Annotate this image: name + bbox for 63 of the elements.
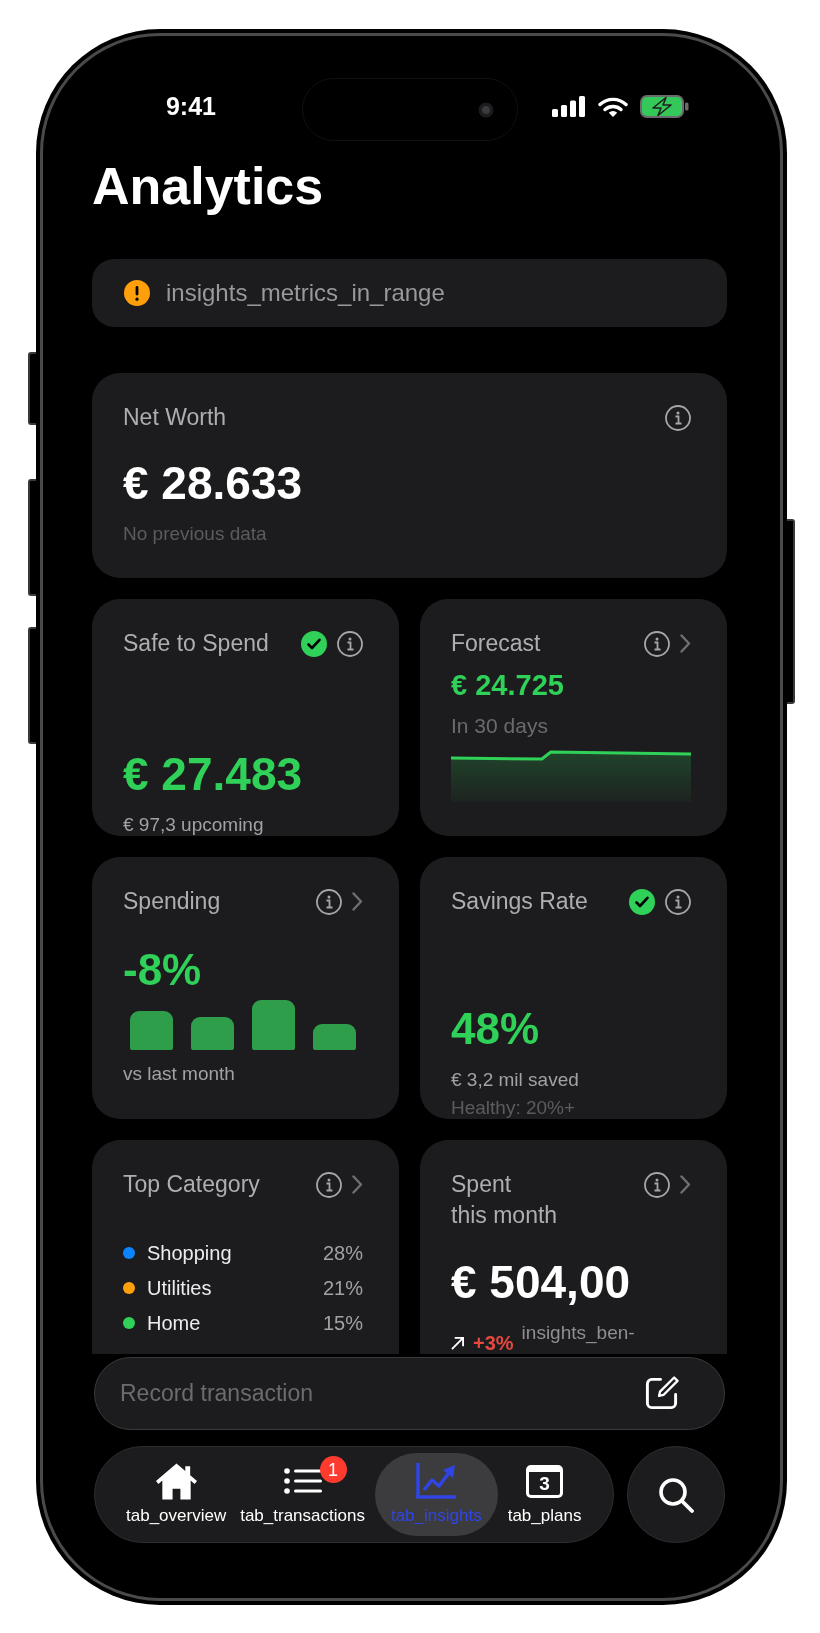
card-title: Spent this month: [451, 1170, 558, 1230]
house-icon: [154, 1462, 198, 1500]
card-title: Top Category: [123, 1170, 260, 1199]
info-icon[interactable]: [644, 1171, 670, 1198]
metric-card[interactable]: Forecast € 24.725 In 30 days: [420, 599, 727, 836]
card-title: Net Worth: [123, 403, 227, 432]
info-icon[interactable]: [665, 404, 691, 431]
category-name: Shopping: [147, 1240, 232, 1265]
metric-card[interactable]: Spent this month € 504,00 +3% insights_ben-: [420, 1140, 727, 1354]
info-icon[interactable]: [316, 1171, 342, 1198]
card-subtitle: € 3,2 mil saved: [451, 1069, 580, 1091]
info-icon[interactable]: [665, 888, 691, 915]
spending-bar: [191, 1017, 234, 1050]
metric-value: 48%: [451, 1007, 541, 1051]
metric-value: € 24.725: [451, 669, 565, 701]
info-icon[interactable]: [316, 888, 342, 915]
navigation-tab[interactable]: 3 tab_plans: [503, 1453, 586, 1536]
metric-card[interactable]: Spending -8% vs last month: [92, 857, 399, 1119]
card-title: Forecast: [451, 629, 541, 658]
camera-lens-icon: [478, 101, 494, 118]
navigation-tab[interactable]: tab_overview: [122, 1453, 231, 1536]
chevron-right-icon[interactable]: [352, 1175, 363, 1194]
metric-value: € 27.483: [123, 751, 304, 797]
category-share: 28%: [322, 1240, 363, 1265]
category-share: 21%: [322, 1275, 363, 1300]
category-name: Utilities: [147, 1275, 212, 1300]
metric-value: € 504,00: [451, 1259, 632, 1305]
card-note: Healthy: 20%+: [451, 1097, 577, 1119]
record-transaction-field[interactable]: Record transaction: [94, 1357, 725, 1430]
info-icon[interactable]: [644, 630, 670, 657]
card-title: Savings Rate: [451, 887, 588, 916]
category-share: 15%: [322, 1310, 363, 1335]
category-name: Home: [147, 1310, 201, 1335]
signal-icon: [552, 96, 586, 117]
card-title: Safe to Spend: [123, 629, 269, 658]
chevron-right-icon[interactable]: [680, 634, 691, 653]
card-note: No previous data: [123, 523, 268, 545]
list-icon: [283, 1468, 322, 1494]
card-subtitle: vs last month: [123, 1063, 236, 1085]
spending-bar: [252, 1000, 295, 1050]
card-subtitle: € 97,3 upcoming: [123, 814, 265, 836]
navigation-tab[interactable]: 1 tab_transactions: [236, 1453, 369, 1536]
wifi-icon: [598, 96, 628, 117]
chevron-right-icon[interactable]: [680, 1175, 691, 1194]
banner-message: insights_metrics_in_range: [166, 279, 445, 307]
info-icon[interactable]: [337, 630, 363, 657]
metric-card[interactable]: Top Category Shopping 28% Utilities 21% Home 15%: [92, 1140, 399, 1354]
trend-chart-icon: [416, 1463, 457, 1499]
change-percent: +3%: [473, 1332, 514, 1354]
chevron-right-icon[interactable]: [352, 892, 363, 911]
spending-bar: [313, 1024, 356, 1050]
change-label: insights_ben-: [521, 1322, 635, 1344]
metric-value: € 28.633: [123, 460, 304, 506]
notification-badge: 1: [319, 1456, 347, 1483]
status-time: 9:41: [165, 94, 216, 119]
compose-icon[interactable]: [644, 1376, 679, 1411]
battery-charging-icon: [640, 95, 689, 118]
metric-value: -8%: [123, 948, 203, 992]
card-title: Spending: [123, 887, 221, 916]
search-icon: [658, 1476, 695, 1513]
spending-bar: [130, 1011, 173, 1050]
calendar-icon: 3: [526, 1464, 563, 1498]
card-note: In 30 days: [451, 714, 549, 738]
